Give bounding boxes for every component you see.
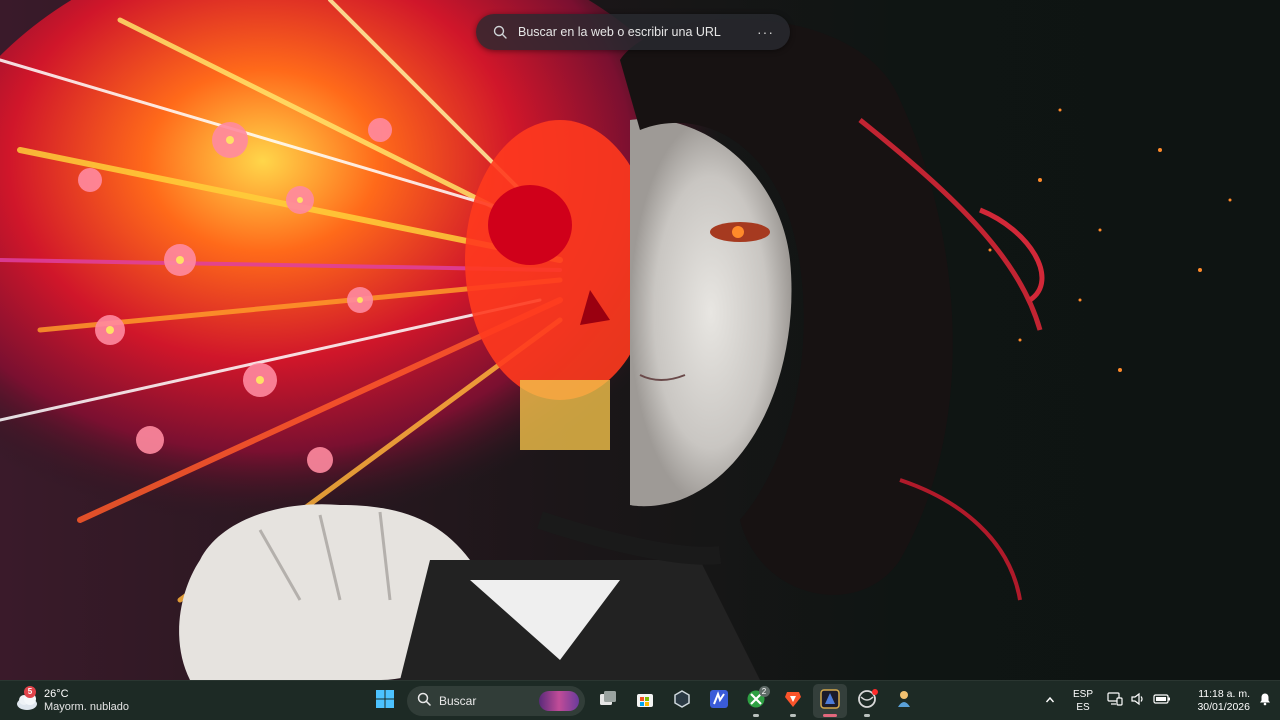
hexagon-app-icon [672,689,692,714]
start-button[interactable] [368,684,402,718]
weather-description: Mayorm. nublado [44,701,129,713]
store-icon [635,689,655,714]
clock-time: 11:18 a. m. [1198,688,1250,700]
more-options-icon[interactable]: ··· [753,24,778,40]
web-search-input[interactable]: Buscar en la web o escribir una URL [518,25,753,39]
m-app-icon [709,689,729,714]
cloud-icon: 5 [14,686,40,714]
web-search-widget[interactable]: Buscar en la web o escribir una URL ··· [476,14,790,50]
show-hidden-icons-button[interactable] [1038,681,1062,720]
clock-button[interactable]: 11:18 a. m. 30/01/2026 [1180,681,1250,720]
running-indicator [789,714,796,717]
desktop-wallpaper [0,0,1280,680]
weather-alert-badge: 5 [24,686,36,698]
network-icon [1107,691,1123,711]
chevron-up-icon [1045,692,1055,710]
system-tray: ESP ES 11:18 a. m. 30/01/2026 [1038,681,1280,720]
weather-temperature: 26°C [44,688,69,700]
wallpaper-app-button[interactable] [812,684,847,718]
weather-widget[interactable]: 5 26°C Mayorm. nublado [14,685,129,717]
battery-icon [1153,692,1171,711]
volume-icon [1130,692,1146,711]
circle-app-button[interactable] [850,684,884,718]
hexagon-app-button[interactable] [665,684,699,718]
figure-app-button[interactable] [887,684,921,718]
running-indicator [863,714,870,717]
notification-dot [871,689,878,695]
running-indicator [822,714,837,717]
task-view-icon [598,689,618,714]
language-code: ESP [1072,689,1093,700]
xbox-button[interactable]: 2 [739,684,773,718]
taskbar-pinned-apps: Buscar 2 [366,681,922,720]
taskbar-search-label: Buscar [439,694,477,708]
search-icon [417,692,431,711]
desktop: Buscar en la web o escribir una URL ··· … [0,0,1280,720]
search-highlight-image [539,691,579,711]
wallpaper-app-icon [819,688,841,715]
input-language-button[interactable]: ESP ES [1066,681,1100,720]
xbox-badge: 2 [758,686,770,697]
running-indicator [752,714,759,717]
notification-bell-icon [1258,692,1272,711]
windows-start-icon [375,689,395,714]
search-icon [492,24,508,40]
brave-browser-icon [783,689,803,714]
keyboard-layout: ES [1076,702,1090,713]
task-view-button[interactable] [591,684,625,718]
figure-app-icon [894,689,914,714]
taskbar-search-box[interactable]: Buscar [407,686,585,716]
brave-browser-button[interactable] [776,684,810,718]
store-button[interactable] [628,684,662,718]
quick-settings-button[interactable] [1104,681,1174,720]
taskbar: 5 26°C Mayorm. nublado Buscar 2 ESP ES 1… [0,680,1280,720]
m-app-button[interactable] [702,684,736,718]
clock-date: 30/01/2026 [1197,701,1250,713]
notifications-button[interactable] [1250,681,1280,720]
